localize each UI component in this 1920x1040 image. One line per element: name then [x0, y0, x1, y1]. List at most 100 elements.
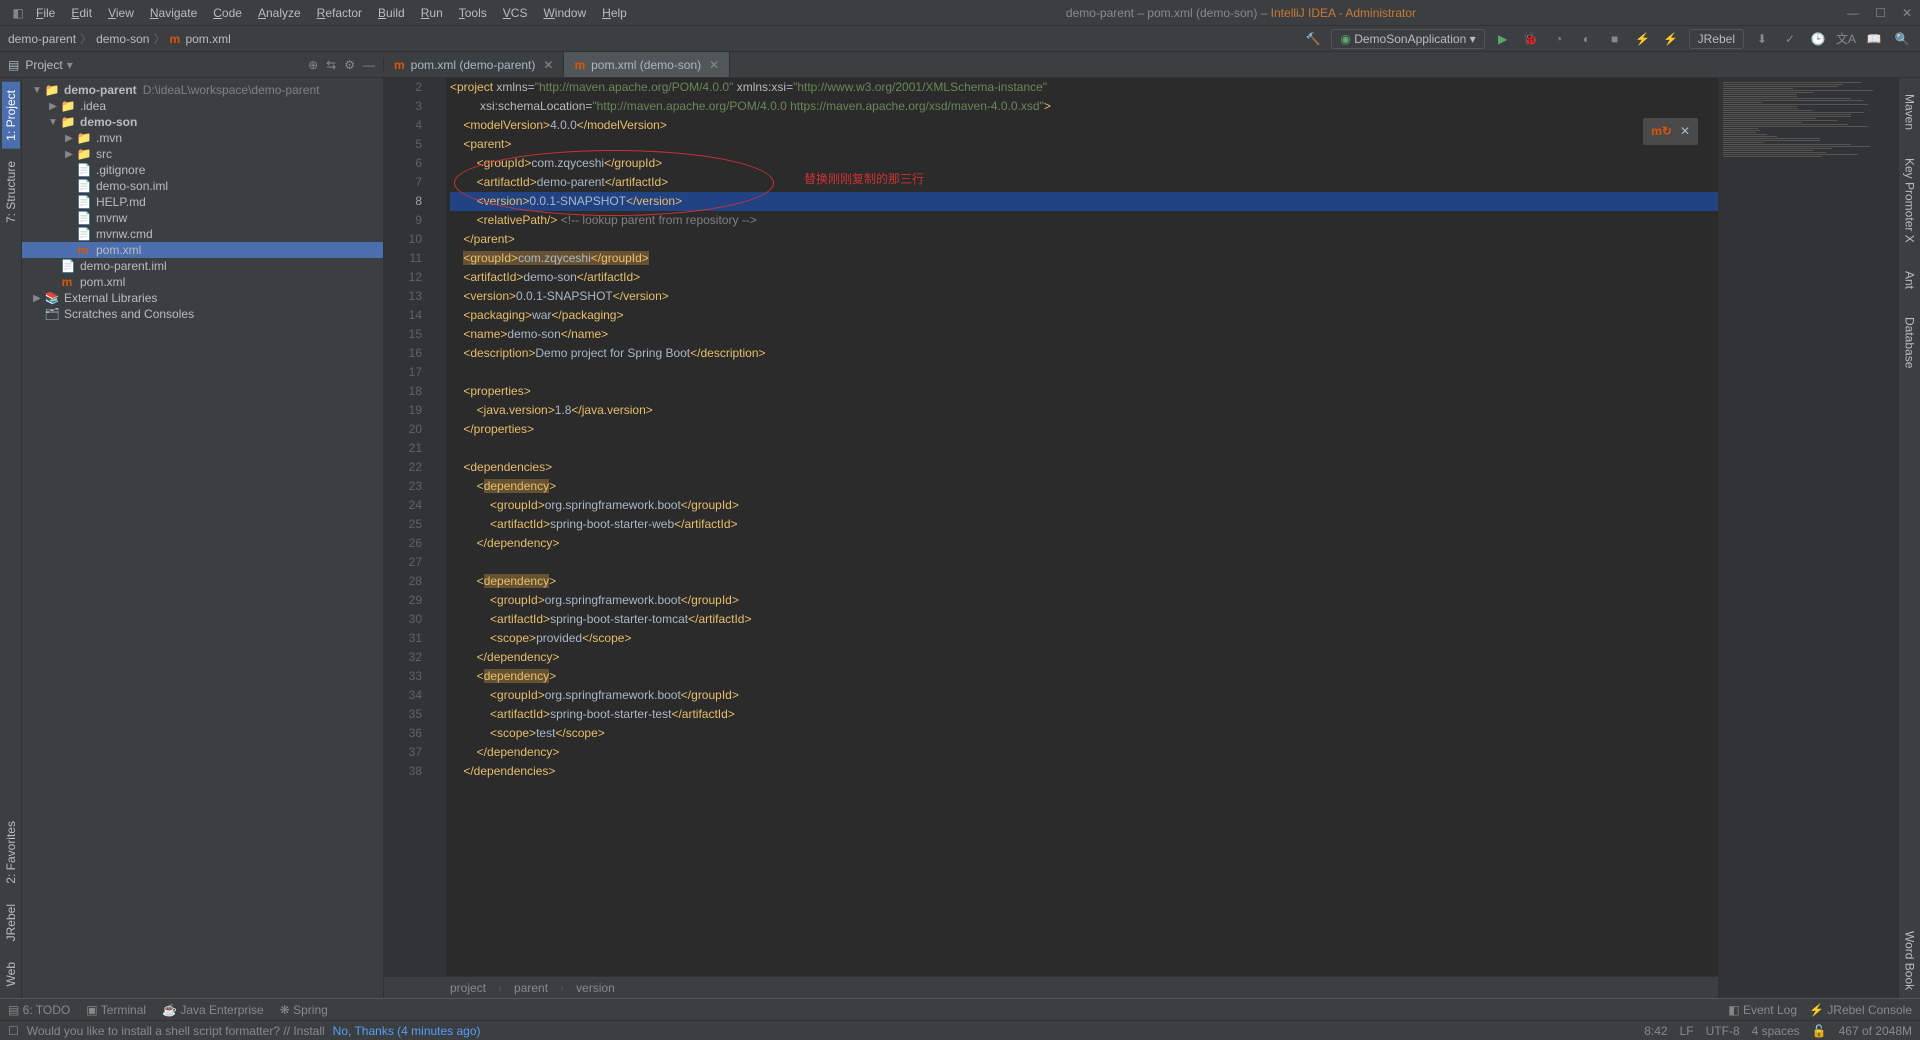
- jrebel-run-icon[interactable]: ⚡: [1633, 29, 1653, 49]
- side-tab-web[interactable]: Web: [2, 954, 20, 994]
- dict-icon[interactable]: 📖: [1864, 29, 1884, 49]
- vcs-history-icon[interactable]: 🕒: [1808, 29, 1828, 49]
- editor-breadcrumb-item[interactable]: parent: [508, 981, 554, 995]
- indent[interactable]: 4 spaces: [1752, 1024, 1800, 1038]
- breadcrumb-item[interactable]: demo-son: [96, 32, 149, 46]
- settings-icon[interactable]: ⚙: [344, 58, 355, 72]
- tree-item[interactable]: 📄demo-parent.iml: [22, 258, 383, 274]
- line-sep[interactable]: LF: [1680, 1024, 1694, 1038]
- breadcrumb-item[interactable]: m pom.xml: [169, 32, 230, 46]
- annotation-text: 替换刚刚复制的那三行: [804, 170, 924, 189]
- menu-refactor[interactable]: Refactor: [309, 3, 370, 23]
- tree-item[interactable]: mpom.xml: [22, 242, 383, 258]
- breadcrumb: demo-parent〉demo-son〉m pom.xml: [8, 30, 231, 47]
- encoding[interactable]: UTF-8: [1706, 1024, 1740, 1038]
- jrebel-select[interactable]: JRebel: [1689, 29, 1744, 49]
- breadcrumb-item[interactable]: demo-parent: [8, 32, 76, 46]
- tree-item[interactable]: mpom.xml: [22, 274, 383, 290]
- run-icon[interactable]: ▶: [1493, 29, 1513, 49]
- side-tab-maven[interactable]: Maven: [1901, 86, 1919, 138]
- side-tab-wordbook[interactable]: Word Book: [1901, 923, 1919, 998]
- tab-close-icon[interactable]: ✕: [543, 58, 553, 72]
- menu-build[interactable]: Build: [370, 3, 413, 23]
- popup-close-icon[interactable]: ✕: [1680, 122, 1690, 141]
- run-config-select[interactable]: ◉ DemoSonApplication ▾: [1331, 29, 1484, 49]
- jrebel-console[interactable]: ⚡ JRebel Console: [1809, 1003, 1912, 1017]
- side-tab-jrebel[interactable]: JRebel: [2, 896, 20, 949]
- tree-item[interactable]: 📄.gitignore: [22, 162, 383, 178]
- cursor-pos[interactable]: 8:42: [1644, 1024, 1667, 1038]
- tree-item[interactable]: 📄mvnw.cmd: [22, 226, 383, 242]
- editor-tab[interactable]: m pom.xml (demo-parent) ✕: [384, 52, 564, 77]
- maximize-icon[interactable]: ☐: [1875, 6, 1886, 20]
- search-icon[interactable]: 🔍: [1892, 29, 1912, 49]
- tree-item[interactable]: 📄demo-son.iml: [22, 178, 383, 194]
- vcs-update-icon[interactable]: ⬇: [1752, 29, 1772, 49]
- spring-tab[interactable]: ❋ Spring: [280, 1003, 328, 1017]
- inspection-popup[interactable]: m↻ ✕: [1643, 118, 1698, 145]
- minimap[interactable]: [1718, 78, 1898, 998]
- notice-message: Would you like to install a shell script…: [27, 1024, 325, 1038]
- menu-tools[interactable]: Tools: [451, 3, 495, 23]
- side-tab-keypromoter[interactable]: Key Promoter X: [1901, 150, 1919, 251]
- editor-tab[interactable]: m pom.xml (demo-son) ✕: [564, 52, 730, 77]
- titlebar: ◧ FileEditViewNavigateCodeAnalyzeRefacto…: [0, 0, 1920, 26]
- tree-item[interactable]: ▼📁demo-parentD:\ideaL\workspace\demo-par…: [22, 82, 383, 98]
- editor-tabs: m pom.xml (demo-parent) ✕m pom.xml (demo…: [384, 52, 730, 77]
- tree-item[interactable]: ▶📚External Libraries: [22, 290, 383, 306]
- editor-breadcrumb-item[interactable]: version: [570, 981, 621, 995]
- tree-item[interactable]: ▶📁.idea: [22, 98, 383, 114]
- locate-icon[interactable]: ⊕: [308, 58, 318, 72]
- debug-icon[interactable]: 🐞: [1521, 29, 1541, 49]
- side-tab-project[interactable]: 1: Project: [2, 82, 20, 149]
- close-icon[interactable]: ✕: [1902, 6, 1912, 20]
- jrebel-debug-icon[interactable]: ⚡: [1661, 29, 1681, 49]
- gutter: 2345678910111213141516171819202122232425…: [384, 78, 432, 976]
- project-dropdown-icon[interactable]: ▾: [67, 58, 73, 72]
- memory[interactable]: 467 of 2048M: [1839, 1024, 1912, 1038]
- coverage-icon[interactable]: ◔: [1549, 29, 1569, 49]
- side-tab-ant[interactable]: Ant: [1901, 263, 1919, 297]
- notice-action[interactable]: No, Thanks (4 minutes ago): [333, 1024, 481, 1038]
- menu-help[interactable]: Help: [594, 3, 635, 23]
- side-tab-database[interactable]: Database: [1901, 309, 1919, 376]
- tree-item[interactable]: ▶📁.mvn: [22, 130, 383, 146]
- vcs-commit-icon[interactable]: ✓: [1780, 29, 1800, 49]
- tree-item[interactable]: 🗂Scratches and Consoles: [22, 306, 383, 322]
- java-ee-tab[interactable]: ☕ Java Enterprise: [162, 1003, 264, 1017]
- terminal-tab[interactable]: ▣ Terminal: [86, 1003, 146, 1017]
- side-tab-favorites[interactable]: 2: Favorites: [2, 813, 20, 892]
- editor-body[interactable]: 2345678910111213141516171819202122232425…: [384, 78, 1718, 976]
- menu-code[interactable]: Code: [205, 3, 250, 23]
- readonly-icon[interactable]: 🔓: [1812, 1024, 1827, 1038]
- code-area[interactable]: <project xmlns="http://maven.apache.org/…: [446, 78, 1718, 976]
- todo-tab[interactable]: ▤ 6: TODO: [8, 1003, 70, 1017]
- editor-breadcrumb: project›parent›version: [384, 976, 1718, 998]
- menu-window[interactable]: Window: [535, 3, 594, 23]
- profiler-icon[interactable]: ◐: [1577, 29, 1597, 49]
- menu-view[interactable]: View: [100, 3, 142, 23]
- minimize-icon[interactable]: —: [1847, 6, 1859, 20]
- tree-item[interactable]: ▼📁demo-son: [22, 114, 383, 130]
- editor-breadcrumb-item[interactable]: project: [444, 981, 492, 995]
- project-tree[interactable]: ▼📁demo-parentD:\ideaL\workspace\demo-par…: [22, 78, 384, 998]
- menu-analyze[interactable]: Analyze: [250, 3, 309, 23]
- left-tool-buttons: 1: Project 7: Structure 2: Favorites JRe…: [0, 78, 22, 998]
- hide-icon[interactable]: —: [363, 58, 375, 72]
- tree-item[interactable]: 📄mvnw: [22, 210, 383, 226]
- build-icon[interactable]: 🔨: [1303, 29, 1323, 49]
- menu-vcs[interactable]: VCS: [495, 3, 536, 23]
- tree-item[interactable]: ▶📁src: [22, 146, 383, 162]
- toggle-panels-icon[interactable]: ☐: [8, 1024, 19, 1038]
- tab-close-icon[interactable]: ✕: [709, 58, 719, 72]
- menu-edit[interactable]: Edit: [63, 3, 100, 23]
- menu-run[interactable]: Run: [413, 3, 451, 23]
- translate-icon[interactable]: 文A: [1836, 29, 1856, 49]
- menu-navigate[interactable]: Navigate: [142, 3, 205, 23]
- tree-item[interactable]: 📄HELP.md: [22, 194, 383, 210]
- collapse-icon[interactable]: ⇆: [326, 58, 336, 72]
- event-log[interactable]: ◧ Event Log: [1728, 1003, 1797, 1017]
- stop-icon[interactable]: ■: [1605, 29, 1625, 49]
- side-tab-structure[interactable]: 7: Structure: [2, 153, 20, 231]
- menu-file[interactable]: File: [28, 3, 63, 23]
